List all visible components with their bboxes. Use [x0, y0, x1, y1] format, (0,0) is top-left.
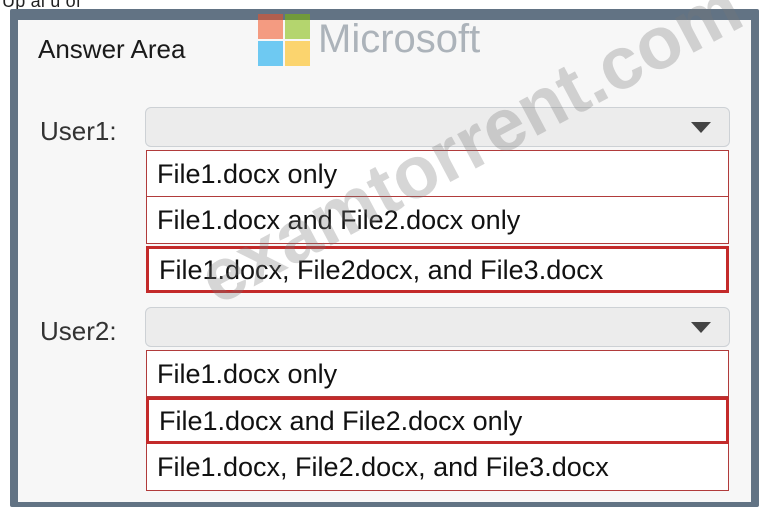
- user2-option-2-selected[interactable]: File1.docx and File2.docx only: [146, 397, 729, 444]
- user1-option-2[interactable]: File1.docx and File2.docx only: [146, 197, 729, 244]
- user2-option-3[interactable]: File1.docx, File2.docx, and File3.docx: [146, 444, 729, 491]
- answer-area-title: Answer Area: [38, 34, 186, 64]
- user1-label: User1:: [40, 116, 117, 146]
- microsoft-watermark-text: Microsoft: [318, 17, 481, 61]
- user1-option-3-selected[interactable]: File1.docx, File2docx, and File3.docx: [146, 246, 729, 293]
- user2-dropdown[interactable]: [145, 307, 730, 347]
- user1-dropdown[interactable]: [145, 107, 730, 147]
- user2-label: User2:: [40, 316, 117, 346]
- dropdown-arrow-icon[interactable]: [691, 122, 711, 133]
- dropdown-arrow-icon[interactable]: [691, 322, 711, 333]
- microsoft-logo-icon: [258, 14, 310, 66]
- user1-option-1[interactable]: File1.docx only: [146, 150, 729, 197]
- user2-option-1[interactable]: File1.docx only: [146, 350, 729, 397]
